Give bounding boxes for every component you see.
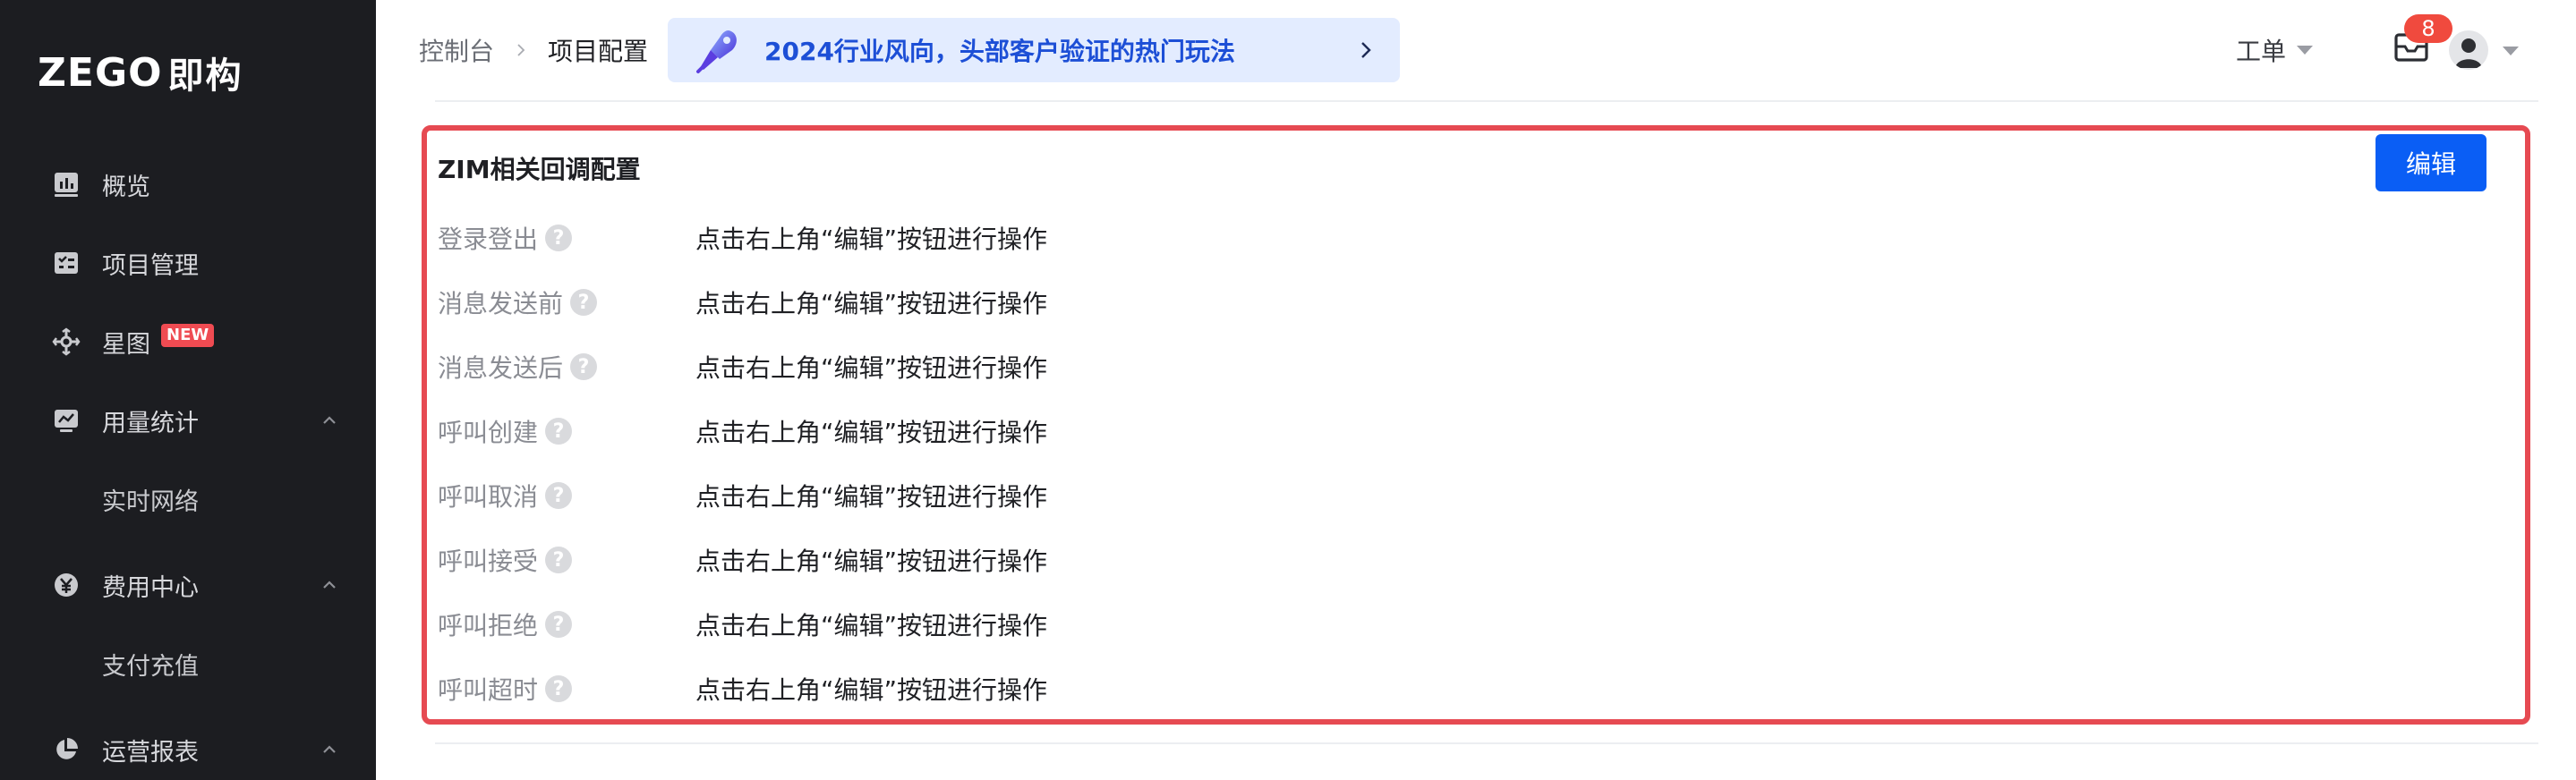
sidebar-item-label: 用量统计	[102, 409, 199, 437]
row-label: 呼叫创建	[438, 418, 539, 447]
sidebar-item-label: 概览	[102, 173, 150, 201]
sidebar-item-label: 费用中心	[102, 573, 199, 602]
promo-text: 2024行业风向，头部客户验证的热门玩法	[764, 37, 1235, 66]
chevron-up-icon[interactable]	[319, 739, 340, 760]
chevron-up-icon[interactable]	[319, 574, 340, 596]
breadcrumb-current: 项目配置	[548, 37, 649, 66]
help-icon[interactable]: ?	[545, 225, 573, 251]
project-icon	[52, 249, 81, 277]
promo-banner[interactable]: 2024行业风向，头部客户验证的热门玩法	[668, 18, 1400, 82]
config-row: 呼叫取消? 点击右上角“编辑”按钮进行操作	[438, 478, 1512, 513]
sidebar-item-overview[interactable]: 概览	[0, 159, 376, 209]
sidebar: ZEGO 即构 概览 项目管理 星图 NEW 用量统计 实时网络 费用中心 支付…	[0, 0, 376, 780]
sidebar-item-payment[interactable]: 支付充值	[0, 639, 376, 689]
row-value: 点击右上角“编辑”按钮进行操作	[695, 418, 1048, 447]
row-label: 呼叫拒绝	[438, 611, 539, 640]
dashboard-icon	[52, 170, 81, 199]
sidebar-item-billing[interactable]: 费用中心	[0, 560, 376, 610]
panel-title: ZIM相关回调配置	[438, 155, 641, 184]
divider	[435, 100, 2538, 102]
help-icon[interactable]: ?	[570, 353, 598, 380]
ticket-label: 工单	[2236, 37, 2287, 66]
row-label: 呼叫取消	[438, 482, 539, 512]
chevron-right-icon	[1361, 42, 1371, 58]
notification-badge: 8	[2404, 14, 2452, 43]
config-row: 呼叫拒绝? 点击右上角“编辑”按钮进行操作	[438, 606, 1512, 642]
usage-chart-icon	[52, 406, 81, 435]
row-label: 消息发送后	[438, 353, 564, 383]
config-row: 呼叫创建? 点击右上角“编辑”按钮进行操作	[438, 413, 1512, 449]
sidebar-item-realtime-network[interactable]: 实时网络	[0, 474, 376, 524]
divider	[435, 742, 2538, 744]
sidebar-item-label: 实时网络	[102, 488, 199, 516]
chevron-right-icon	[517, 44, 525, 56]
star-map-icon	[52, 327, 81, 356]
sidebar-item-reports[interactable]: 运营报表	[0, 725, 376, 775]
config-row: 呼叫接受? 点击右上角“编辑”按钮进行操作	[438, 542, 1512, 578]
edit-button[interactable]: 编辑	[2376, 134, 2486, 191]
row-value: 点击右上角“编辑”按钮进行操作	[695, 353, 1048, 383]
sidebar-item-label: 支付充值	[102, 652, 199, 681]
config-row: 呼叫超时? 点击右上角“编辑”按钮进行操作	[438, 671, 1512, 707]
chevron-up-icon[interactable]	[319, 410, 340, 431]
zim-callback-config-panel: ZIM相关回调配置 编辑 登录登出? 点击右上角“编辑”按钮进行操作 消息发送前…	[422, 125, 2530, 725]
help-icon[interactable]: ?	[545, 611, 573, 638]
config-row: 消息发送前? 点击右上角“编辑”按钮进行操作	[438, 284, 1512, 320]
main-content: ZIM相关回调配置 编辑 登录登出? 点击右上角“编辑”按钮进行操作 消息发送前…	[376, 100, 2576, 780]
row-label: 消息发送前	[438, 289, 564, 318]
config-row: 消息发送后? 点击右上角“编辑”按钮进行操作	[438, 349, 1512, 385]
row-value: 点击右上角“编辑”按钮进行操作	[695, 675, 1048, 705]
breadcrumb: 控制台 项目配置	[419, 32, 648, 68]
row-value: 点击右上角“编辑”按钮进行操作	[695, 225, 1048, 254]
caret-down-icon	[2297, 46, 2314, 55]
sidebar-item-label: 星图	[102, 330, 150, 359]
top-header: 控制台 项目配置 2024行业风向，头部客户验证的热门玩法 工单 8	[376, 0, 2576, 100]
sidebar-item-label: 项目管理	[102, 251, 199, 280]
avatar[interactable]	[2449, 30, 2488, 70]
row-label: 登录登出	[438, 225, 539, 254]
help-icon[interactable]: ?	[545, 547, 573, 573]
pie-chart-icon	[52, 735, 81, 764]
row-value: 点击右上角“编辑”按钮进行操作	[695, 547, 1048, 576]
logo-cn: 即构	[167, 55, 243, 97]
breadcrumb-home[interactable]: 控制台	[419, 32, 494, 68]
sidebar-item-label: 运营报表	[102, 738, 199, 767]
config-row: 登录登出? 点击右上角“编辑”按钮进行操作	[438, 220, 1512, 256]
row-label: 呼叫超时	[438, 675, 539, 705]
yen-icon	[52, 571, 81, 599]
row-value: 点击右上角“编辑”按钮进行操作	[695, 482, 1048, 512]
help-icon[interactable]: ?	[545, 675, 573, 702]
row-label: 呼叫接受	[438, 547, 539, 576]
rocket-icon	[696, 30, 737, 73]
row-value: 点击右上角“编辑”按钮进行操作	[695, 289, 1048, 318]
help-icon[interactable]: ?	[545, 418, 573, 445]
row-value: 点击右上角“编辑”按钮进行操作	[695, 611, 1048, 640]
zego-logo[interactable]: ZEGO 即构	[38, 47, 243, 98]
new-badge: NEW	[161, 324, 215, 347]
sidebar-item-projects[interactable]: 项目管理	[0, 238, 376, 288]
sidebar-item-usage-stats[interactable]: 用量统计	[0, 395, 376, 445]
ticket-menu[interactable]: 工单	[2236, 32, 2314, 68]
help-icon[interactable]: ?	[570, 289, 598, 316]
caret-down-icon[interactable]	[2503, 47, 2519, 55]
logo-brand: ZEGO	[38, 49, 163, 96]
help-icon[interactable]: ?	[545, 482, 573, 509]
sidebar-item-star-map[interactable]: 星图 NEW	[0, 317, 376, 367]
